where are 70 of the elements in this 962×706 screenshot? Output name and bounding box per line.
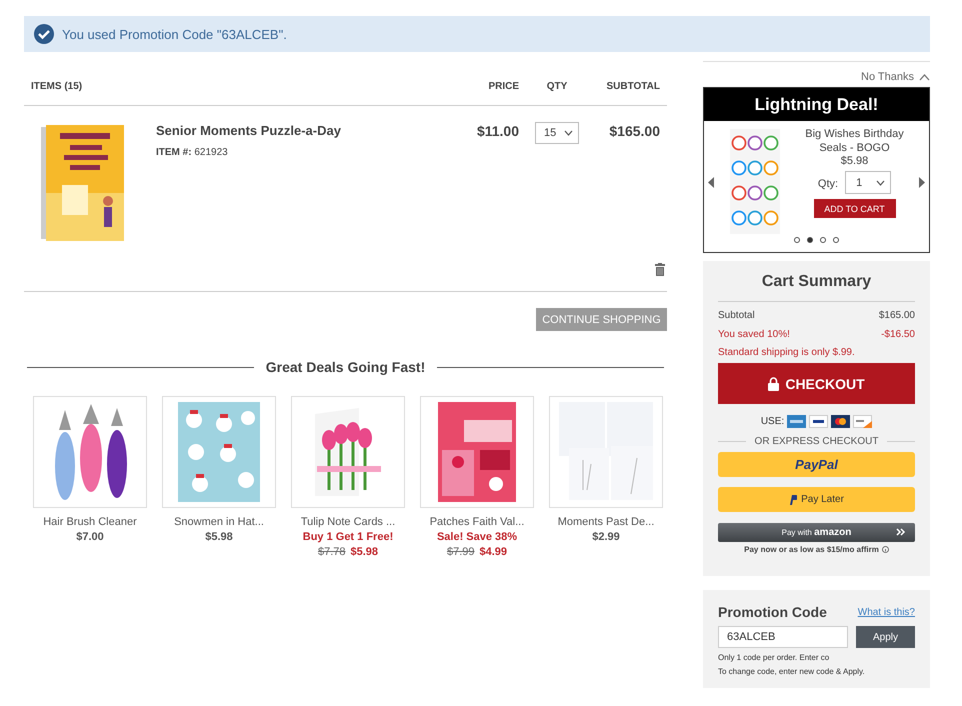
summary-value: $165.00 — [878, 310, 915, 321]
quantity-select[interactable]: 1 — [845, 171, 892, 194]
product-price: $7.00 — [76, 531, 104, 543]
card-icon — [809, 415, 828, 428]
promo-code-field[interactable]: 63ALCEB — [718, 626, 848, 648]
product-price: $5.98 — [205, 531, 233, 543]
sale-price: $5.98 — [350, 546, 378, 558]
column-header: ITEMS (15) — [30, 80, 84, 92]
summary-value: -$16.50 — [881, 329, 915, 340]
carousel-dot[interactable] — [794, 237, 800, 243]
product-name[interactable]: Patches Faith Val... — [430, 516, 524, 528]
no-thanks-link[interactable]: No Thanks — [861, 71, 914, 83]
banner-text: You used Promotion Code "63ALCEB". — [62, 26, 287, 42]
apply-button[interactable]: Apply — [856, 626, 915, 648]
product-name[interactable]: Tulip Note Cards ... — [300, 516, 396, 528]
deal-title: Lightning Deal! — [704, 88, 929, 121]
quantity-select[interactable]: 15 — [535, 122, 579, 144]
caret-icon — [564, 130, 573, 136]
summary-title: Cart Summary — [718, 273, 915, 302]
arrow-left-icon — [708, 177, 714, 188]
info-icon — [882, 546, 889, 553]
product-name[interactable]: Hair Brush Cleaner — [43, 516, 137, 528]
qty-label: Qty: — [818, 178, 838, 190]
promo-note: To change code, enter new code & Apply. — [718, 667, 866, 676]
promo-title: Promotion Code — [718, 604, 827, 620]
product-title[interactable]: Senior Moments Puzzle-a-Day — [156, 123, 341, 138]
original-price: $7.78 — [318, 546, 346, 558]
deal-price: $5.98 — [840, 155, 868, 167]
use-label: USE: — [760, 416, 784, 427]
original-price: $7.99 — [446, 546, 474, 558]
pay-later-button[interactable]: Pay Later — [718, 487, 915, 512]
section-heading: Great Deals Going Fast! — [266, 359, 426, 375]
product-price: $2.99 — [592, 531, 620, 543]
promo-text: Sale! Save 38% — [436, 531, 518, 543]
column-header: QTY — [546, 80, 568, 92]
carousel-dot[interactable] — [807, 237, 813, 243]
express-label: OR EXPRESS CHECKOUT — [754, 436, 878, 447]
card-icon — [831, 415, 850, 428]
carousel-dot[interactable] — [820, 237, 826, 243]
deal-product-name[interactable]: Big Wishes Birthday Seals - BOGO — [804, 127, 904, 155]
caret-icon — [876, 180, 886, 186]
arrow-right-icon — [919, 177, 925, 188]
amazon-pay-button[interactable]: Pay with amazon — [718, 523, 915, 542]
paypal-icon — [789, 494, 798, 504]
double-chevron-icon — [896, 528, 906, 536]
column-header: PRICE — [487, 80, 520, 92]
carousel-dot[interactable] — [833, 237, 839, 243]
product-name[interactable]: Moments Past De... — [558, 516, 654, 528]
summary-label: You saved 10%! — [718, 329, 790, 340]
card-icon — [853, 415, 872, 428]
check-icon — [34, 24, 54, 44]
promo-note: Only 1 code per order. Enter co — [718, 653, 830, 662]
lock-icon — [768, 376, 780, 390]
card-icon — [787, 415, 806, 428]
column-header: SUBTOTAL — [605, 80, 661, 92]
line-subtotal: $165.00 — [608, 123, 660, 139]
paypal-button[interactable]: PayPal — [718, 452, 915, 477]
item-number: ITEM #: 621923 — [156, 147, 229, 158]
sale-price: $4.99 — [480, 546, 508, 558]
trash-icon[interactable] — [655, 263, 665, 276]
affirm-note: Pay now or as low as $15/mo affirm — [744, 545, 879, 554]
chevron-up-icon — [919, 74, 930, 80]
summary-label: Subtotal — [718, 310, 755, 321]
promo-text: Buy 1 Get 1 Free! — [302, 531, 394, 543]
product-name[interactable]: Snowmen in Hat... — [174, 516, 264, 528]
unit-price: $11.00 — [476, 123, 519, 139]
shipping-note: Standard shipping is only $.99. — [718, 347, 856, 358]
checkout-button[interactable]: CHECKOUT — [718, 363, 915, 404]
add-to-cart-button[interactable]: ADD TO CART — [814, 199, 896, 218]
help-link[interactable]: What is this? — [858, 606, 915, 618]
